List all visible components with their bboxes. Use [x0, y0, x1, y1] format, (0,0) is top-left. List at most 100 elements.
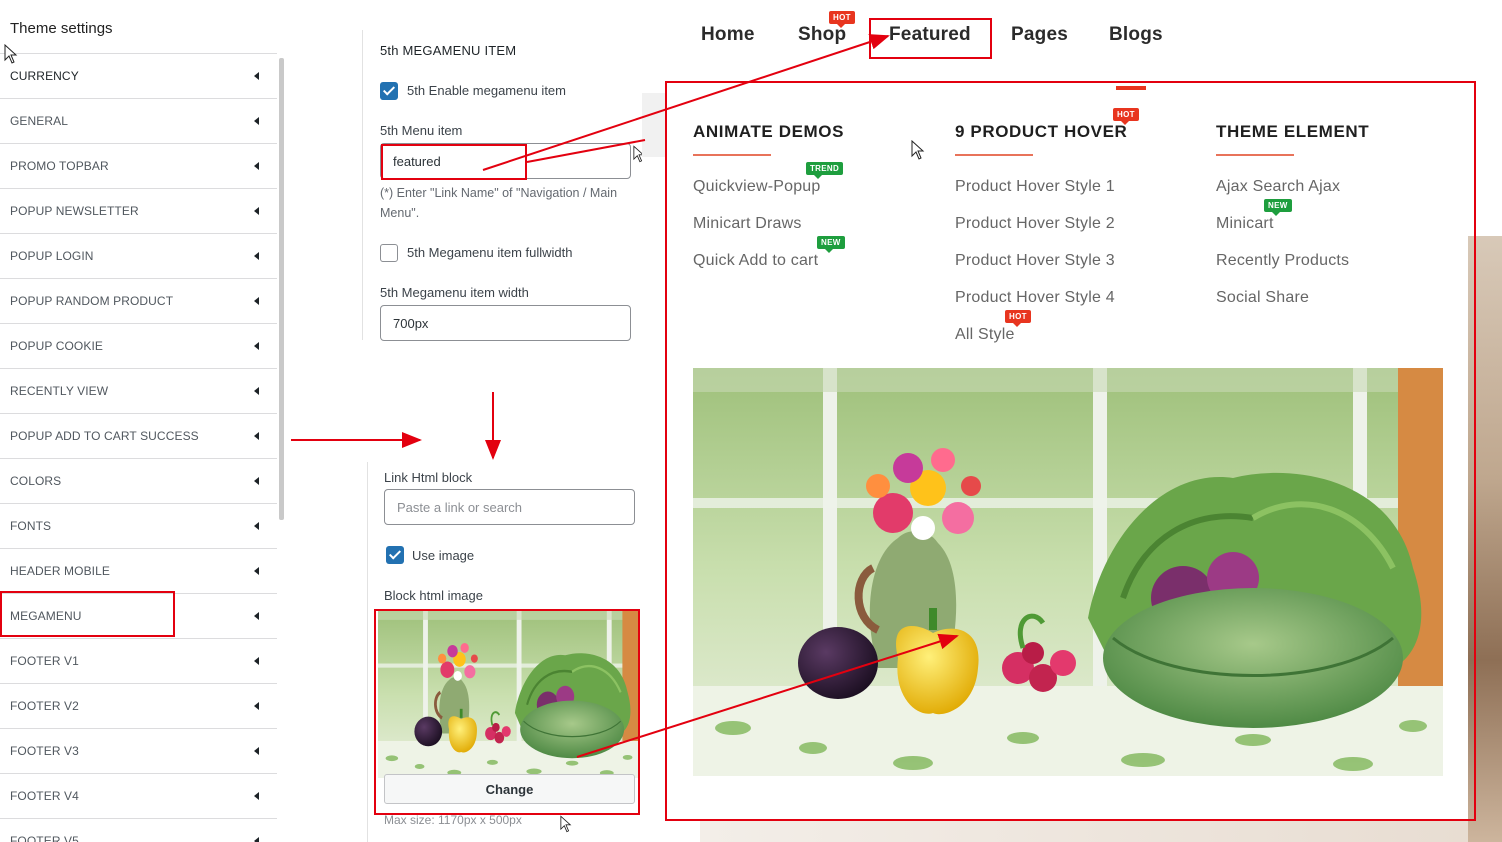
sidebar-item-popup-newsletter[interactable]: POPUP NEWSLETTER — [0, 188, 277, 233]
active-indicator — [1116, 86, 1146, 90]
sidebar-item-label: GENERAL — [10, 114, 69, 128]
background-photo-edge — [700, 820, 1468, 842]
hot-badge: HOT — [1113, 108, 1139, 125]
megamenu-link[interactable]: Minicart NEW — [1216, 199, 1369, 252]
trend-badge: TREND — [806, 162, 844, 179]
megamenu-link[interactable]: Social Share — [1216, 289, 1369, 326]
sidebar-item-label: POPUP NEWSLETTER — [10, 204, 139, 218]
sidebar-item-label: FOOTER V1 — [10, 654, 79, 668]
sidebar-item-popup-login[interactable]: POPUP LOGIN — [0, 233, 277, 278]
sidebar-item-general[interactable]: GENERAL — [0, 98, 277, 143]
settings-section-list: CURRENCY GENERAL PROMO TOPBAR POPUP NEWS… — [0, 53, 277, 842]
link-html-block-input[interactable]: Paste a link or search — [384, 489, 635, 525]
megamenu-link[interactable]: Quick Add to cart NEW — [693, 236, 845, 289]
block-image-preview — [378, 610, 638, 778]
sidebar-item-recently-view[interactable]: RECENTLY VIEW — [0, 368, 277, 413]
html-block-settings: Link Html block Paste a link or search U… — [367, 462, 647, 842]
megamenu-link[interactable]: Quickview-Popup TREND — [693, 162, 844, 215]
mouse-pointer-icon — [911, 140, 925, 160]
menu-item-value: featured — [393, 153, 441, 169]
fullwidth-checkbox[interactable] — [380, 244, 398, 262]
use-image-checkbox[interactable] — [386, 546, 404, 564]
column-underline — [955, 154, 1033, 156]
enable-megamenu-checkbox[interactable] — [380, 82, 398, 100]
menu-item-hint: (*) Enter "Link Name" of "Navigation / M… — [380, 186, 618, 220]
link-label: Quick Add to cart — [693, 252, 819, 269]
sidebar-item-label: FOOTER V2 — [10, 699, 79, 713]
caret-left-icon — [254, 342, 259, 350]
width-value: 700px — [393, 315, 429, 331]
megamenu-column-product-hover: 9 PRODUCT HOVER HOT Product Hover Style … — [955, 108, 1139, 363]
sidebar-item-footer-v4[interactable]: FOOTER V4 — [0, 773, 277, 818]
nav-item-featured[interactable]: Featured — [889, 24, 971, 46]
caret-left-icon — [254, 522, 259, 530]
megamenu-link[interactable]: Product Hover Style 1 — [955, 178, 1127, 215]
width-label: 5th Megamenu item width — [380, 285, 529, 300]
link-label: Product Hover Style 3 — [955, 252, 1115, 269]
sidebar-scrollbar[interactable] — [279, 58, 284, 520]
link-label: Minicart Draws — [693, 215, 802, 232]
sidebar-item-megamenu[interactable]: MEGAMENU — [0, 593, 277, 638]
megamenu-item-settings: 5th MEGAMENU ITEM 5th Enable megamenu it… — [362, 30, 642, 341]
hot-badge: HOT — [1005, 310, 1031, 327]
sidebar-item-label: FOOTER V5 — [10, 834, 79, 842]
megamenu-link[interactable]: Recently Products — [1216, 252, 1369, 289]
block-image-label: Block html image — [384, 588, 483, 603]
sidebar-item-footer-v1[interactable]: FOOTER V1 — [0, 638, 277, 683]
sidebar-item-label: PROMO TOPBAR — [10, 159, 109, 173]
megamenu-link[interactable]: Product Hover Style 3 — [955, 252, 1127, 289]
sidebar-item-popup-cookie[interactable]: POPUP COOKIE — [0, 323, 277, 368]
caret-left-icon — [254, 747, 259, 755]
link-label: Product Hover Style 2 — [955, 215, 1115, 232]
change-image-button[interactable]: Change — [384, 774, 635, 804]
link-label: Product Hover Style 1 — [955, 178, 1115, 195]
sidebar-title: Theme settings — [10, 20, 113, 37]
link-label: Quickview-Popup — [693, 178, 821, 195]
caret-left-icon — [254, 387, 259, 395]
menu-item-field[interactable]: featured — [380, 143, 631, 179]
caret-left-icon — [254, 702, 259, 710]
sidebar-item-label: HEADER MOBILE — [10, 564, 110, 578]
caret-left-icon — [254, 612, 259, 620]
sidebar-item-label: FOOTER V4 — [10, 789, 79, 803]
column-title: THEME ELEMENT — [1216, 122, 1370, 141]
mouse-pointer-icon — [560, 815, 572, 833]
megamenu-link[interactable]: Product Hover Style 2 — [955, 215, 1127, 252]
sidebar-item-header-mobile[interactable]: HEADER MOBILE — [0, 548, 277, 593]
sidebar-item-label: COLORS — [10, 474, 62, 488]
mouse-pointer-icon — [4, 44, 18, 64]
sidebar-item-popup-random-product[interactable]: POPUP RANDOM PRODUCT — [0, 278, 277, 323]
sidebar-item-footer-v3[interactable]: FOOTER V3 — [0, 728, 277, 773]
storefront-main-nav: Home Shop HOT Featured Pages Blogs — [660, 0, 1502, 72]
caret-left-icon — [254, 792, 259, 800]
megamenu-link[interactable]: Ajax Search Ajax — [1216, 178, 1369, 215]
caret-left-icon — [254, 837, 259, 842]
sidebar-item-colors[interactable]: COLORS — [0, 458, 277, 503]
enable-megamenu-label: 5th Enable megamenu item — [407, 83, 566, 98]
sidebar-item-label: FONTS — [10, 519, 52, 533]
sidebar-item-currency[interactable]: CURRENCY — [0, 53, 277, 98]
sidebar-item-fonts[interactable]: FONTS — [0, 503, 277, 548]
column-title: ANIMATE DEMOS — [693, 122, 845, 141]
column-underline — [693, 154, 771, 156]
sidebar-item-popup-add-to-cart-success[interactable]: POPUP ADD TO CART SUCCESS — [0, 413, 277, 458]
nav-item-home[interactable]: Home — [701, 24, 755, 46]
new-badge: NEW — [1264, 199, 1292, 216]
link-label: All Style — [955, 326, 1015, 343]
new-badge: NEW — [817, 236, 845, 253]
nav-item-blogs[interactable]: Blogs — [1109, 24, 1163, 46]
hot-badge: HOT — [829, 11, 855, 28]
megamenu-link[interactable]: All Style HOT — [955, 310, 1127, 363]
sidebar-item-footer-v5[interactable]: FOOTER V5 — [0, 818, 277, 842]
link-html-block-label: Link Html block — [384, 470, 473, 485]
megamenu-banner-image[interactable] — [693, 368, 1443, 776]
megamenu-link[interactable]: Product Hover Style 4 — [955, 289, 1127, 326]
megamenu-column-animate-demos: ANIMATE DEMOS Quickview-Popup TREND Mini… — [693, 122, 845, 289]
link-label: Product Hover Style 4 — [955, 289, 1115, 306]
sidebar-item-promo-topbar[interactable]: PROMO TOPBAR — [0, 143, 277, 188]
nav-item-pages[interactable]: Pages — [1011, 24, 1068, 46]
background-photo-edge — [1468, 236, 1502, 842]
width-field[interactable]: 700px — [380, 305, 631, 341]
sidebar-item-label: POPUP RANDOM PRODUCT — [10, 294, 174, 308]
sidebar-item-footer-v2[interactable]: FOOTER V2 — [0, 683, 277, 728]
